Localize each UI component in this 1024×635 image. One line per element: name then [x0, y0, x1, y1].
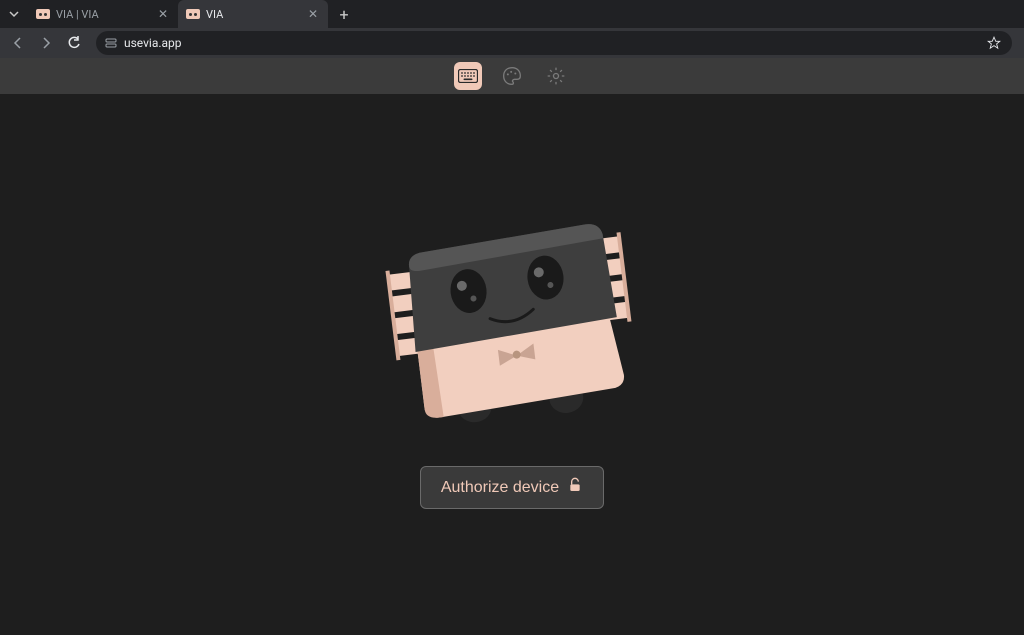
via-favicon-icon — [186, 9, 200, 19]
authorize-device-button[interactable]: Authorize device — [420, 466, 604, 509]
back-button[interactable] — [6, 31, 30, 55]
bookmark-star-icon[interactable] — [984, 33, 1004, 53]
unlock-icon — [567, 477, 583, 498]
forward-button[interactable] — [34, 31, 58, 55]
authorize-device-label: Authorize device — [441, 479, 559, 497]
reload-button[interactable] — [62, 31, 86, 55]
app-topbar — [0, 58, 1024, 94]
new-tab-button[interactable]: + — [332, 2, 356, 26]
site-info-icon[interactable] — [104, 36, 118, 50]
url-text: usevia.app — [124, 36, 978, 50]
via-mascot-illustration — [375, 206, 649, 445]
close-icon[interactable]: ✕ — [156, 7, 170, 21]
browser-toolbar: usevia.app — [0, 28, 1024, 58]
tab-title: VIA — [206, 8, 223, 21]
browser-menu-button[interactable] — [4, 4, 24, 24]
main-content: Authorize device — [0, 94, 1024, 635]
keyboard-icon[interactable] — [454, 62, 482, 90]
browser-tab[interactable]: VIA | VIA ✕ — [28, 0, 178, 28]
close-icon[interactable]: ✕ — [306, 7, 320, 21]
paint-icon[interactable] — [498, 62, 526, 90]
browser-tab-strip: VIA | VIA ✕ VIA ✕ + — [0, 0, 1024, 28]
settings-icon[interactable] — [542, 62, 570, 90]
address-bar[interactable]: usevia.app — [96, 31, 1012, 55]
via-favicon-icon — [36, 9, 50, 19]
browser-tab[interactable]: VIA ✕ — [178, 0, 328, 28]
tab-title: VIA | VIA — [56, 8, 99, 21]
